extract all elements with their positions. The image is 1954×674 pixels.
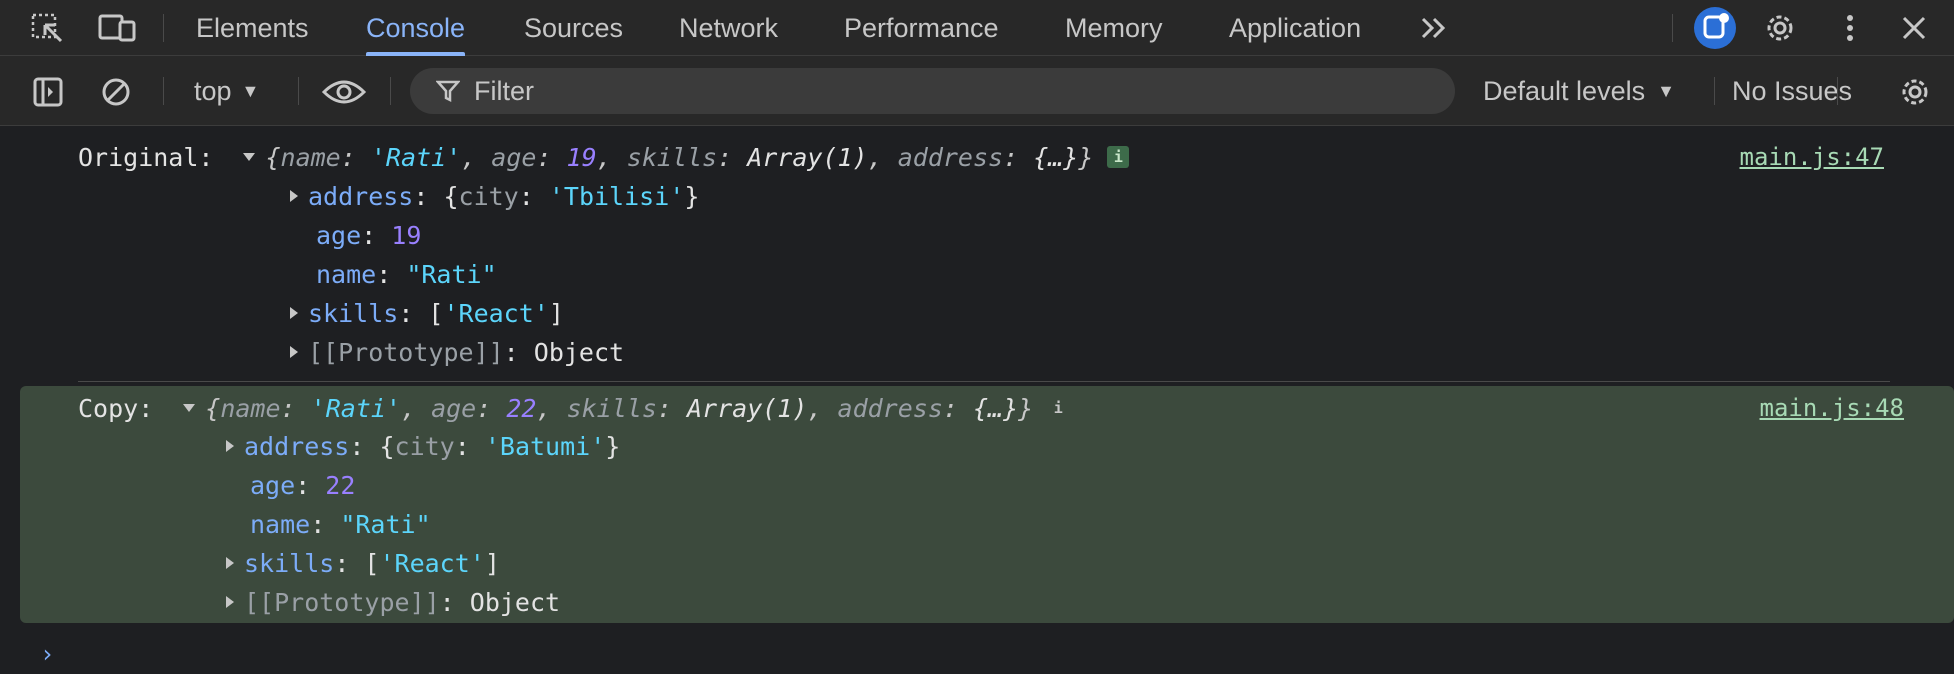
- filter-funnel-icon: [436, 79, 460, 103]
- collapse-triangle-icon[interactable]: [183, 404, 196, 412]
- tab-console[interactable]: Console: [366, 0, 466, 56]
- filter-placeholder: Filter: [474, 75, 534, 106]
- settings-gear-icon[interactable]: [1762, 10, 1798, 46]
- expand-triangle-icon[interactable]: [290, 346, 298, 358]
- collapse-triangle-icon[interactable]: [243, 153, 256, 161]
- property-row[interactable]: [[Prototype]]: Object: [290, 333, 624, 371]
- message-label: Copy:: [78, 393, 154, 423]
- source-link[interactable]: main.js:48: [1760, 389, 1905, 427]
- message-header: Original: {name: 'Rati', age: 19, skills…: [78, 138, 1130, 176]
- inspect-element-icon[interactable]: [30, 12, 66, 44]
- message-label: Original:: [78, 142, 214, 172]
- property-row: age: 19: [316, 220, 422, 250]
- context-selector[interactable]: top ▼: [194, 56, 259, 126]
- object-preview[interactable]: {name: 'Rati', age: 22, skills: Array(1)…: [205, 394, 1033, 423]
- toolbar-separator: [163, 77, 164, 105]
- property-row[interactable]: skills: ['React']: [226, 544, 500, 582]
- console-toolbar: top ▼ Filter Default levels ▼ No Issues: [0, 56, 1954, 126]
- console-output: Original: {name: 'Rati', age: 19, skills…: [0, 126, 1954, 674]
- issues-label: No Issues: [1732, 75, 1853, 106]
- log-levels-dropdown[interactable]: Default levels ▼: [1483, 56, 1675, 126]
- tab-performance[interactable]: Performance: [844, 0, 999, 56]
- property-row: name: "Rati": [250, 509, 431, 539]
- console-input[interactable]: [70, 632, 1930, 670]
- expand-triangle-icon[interactable]: [226, 596, 234, 608]
- context-selector-label: top: [194, 75, 232, 106]
- property-row[interactable]: address: {city: 'Tbilisi'}: [290, 177, 699, 215]
- info-badge-icon[interactable]: i: [1107, 146, 1130, 168]
- expand-triangle-icon[interactable]: [226, 440, 234, 452]
- property-row: age: 22: [250, 470, 356, 500]
- expand-triangle-icon[interactable]: [226, 557, 234, 569]
- property-row[interactable]: [[Prototype]]: Object: [226, 583, 560, 621]
- tab-elements[interactable]: Elements: [196, 0, 309, 56]
- expand-triangle-icon[interactable]: [290, 190, 298, 202]
- close-devtools-icon[interactable]: [1896, 10, 1932, 46]
- clear-console-icon[interactable]: [98, 74, 134, 110]
- chevron-down-icon: ▼: [1657, 80, 1675, 101]
- toolbar-separator: [298, 77, 299, 105]
- tab-application[interactable]: Application: [1229, 0, 1361, 56]
- expand-triangle-icon[interactable]: [290, 307, 298, 319]
- console-settings-gear-icon[interactable]: [1896, 73, 1934, 111]
- toolbar-separator: [1714, 77, 1715, 105]
- live-expression-eye-icon[interactable]: [320, 74, 368, 110]
- source-link[interactable]: main.js:47: [1740, 138, 1885, 176]
- tab-separator: [163, 14, 164, 42]
- message-header: Copy: {name: 'Rati', age: 22, skills: Ar…: [78, 389, 1069, 427]
- message-divider: [78, 381, 1890, 382]
- tab-separator: [1672, 14, 1673, 42]
- tab-memory[interactable]: Memory: [1065, 0, 1163, 56]
- toolbar-separator: [390, 77, 391, 105]
- device-toolbar-icon[interactable]: [98, 12, 138, 44]
- console-message: Original: {name: 'Rati', age: 19, skills…: [0, 126, 1954, 378]
- console-prompt-icon: ›: [40, 640, 55, 668]
- property-row[interactable]: address: {city: 'Batumi'}: [226, 427, 620, 465]
- property-row: name: "Rati": [316, 259, 497, 289]
- console-message-highlighted: Copy: {name: 'Rati', age: 22, skills: Ar…: [20, 386, 1954, 623]
- tab-sources[interactable]: Sources: [524, 0, 623, 56]
- more-tabs-icon[interactable]: [1416, 10, 1452, 46]
- filter-input[interactable]: Filter: [410, 68, 1455, 114]
- issues-counter[interactable]: No Issues: [1732, 56, 1852, 126]
- object-preview[interactable]: {name: 'Rati', age: 19, skills: Array(1)…: [265, 143, 1093, 172]
- ai-assistant-icon[interactable]: [1693, 6, 1737, 50]
- log-levels-label: Default levels: [1483, 75, 1646, 106]
- sidebar-toggle-icon[interactable]: [30, 74, 66, 110]
- info-badge-icon[interactable]: i: [1047, 397, 1069, 419]
- property-row[interactable]: skills: ['React']: [290, 294, 564, 332]
- chevron-down-icon: ▼: [241, 80, 260, 101]
- devtools-tab-bar: Elements Console Sources Network Perform…: [0, 0, 1954, 56]
- toolbar-separator: [1837, 77, 1838, 105]
- more-options-icon[interactable]: [1835, 10, 1865, 46]
- tab-network[interactable]: Network: [679, 0, 778, 56]
